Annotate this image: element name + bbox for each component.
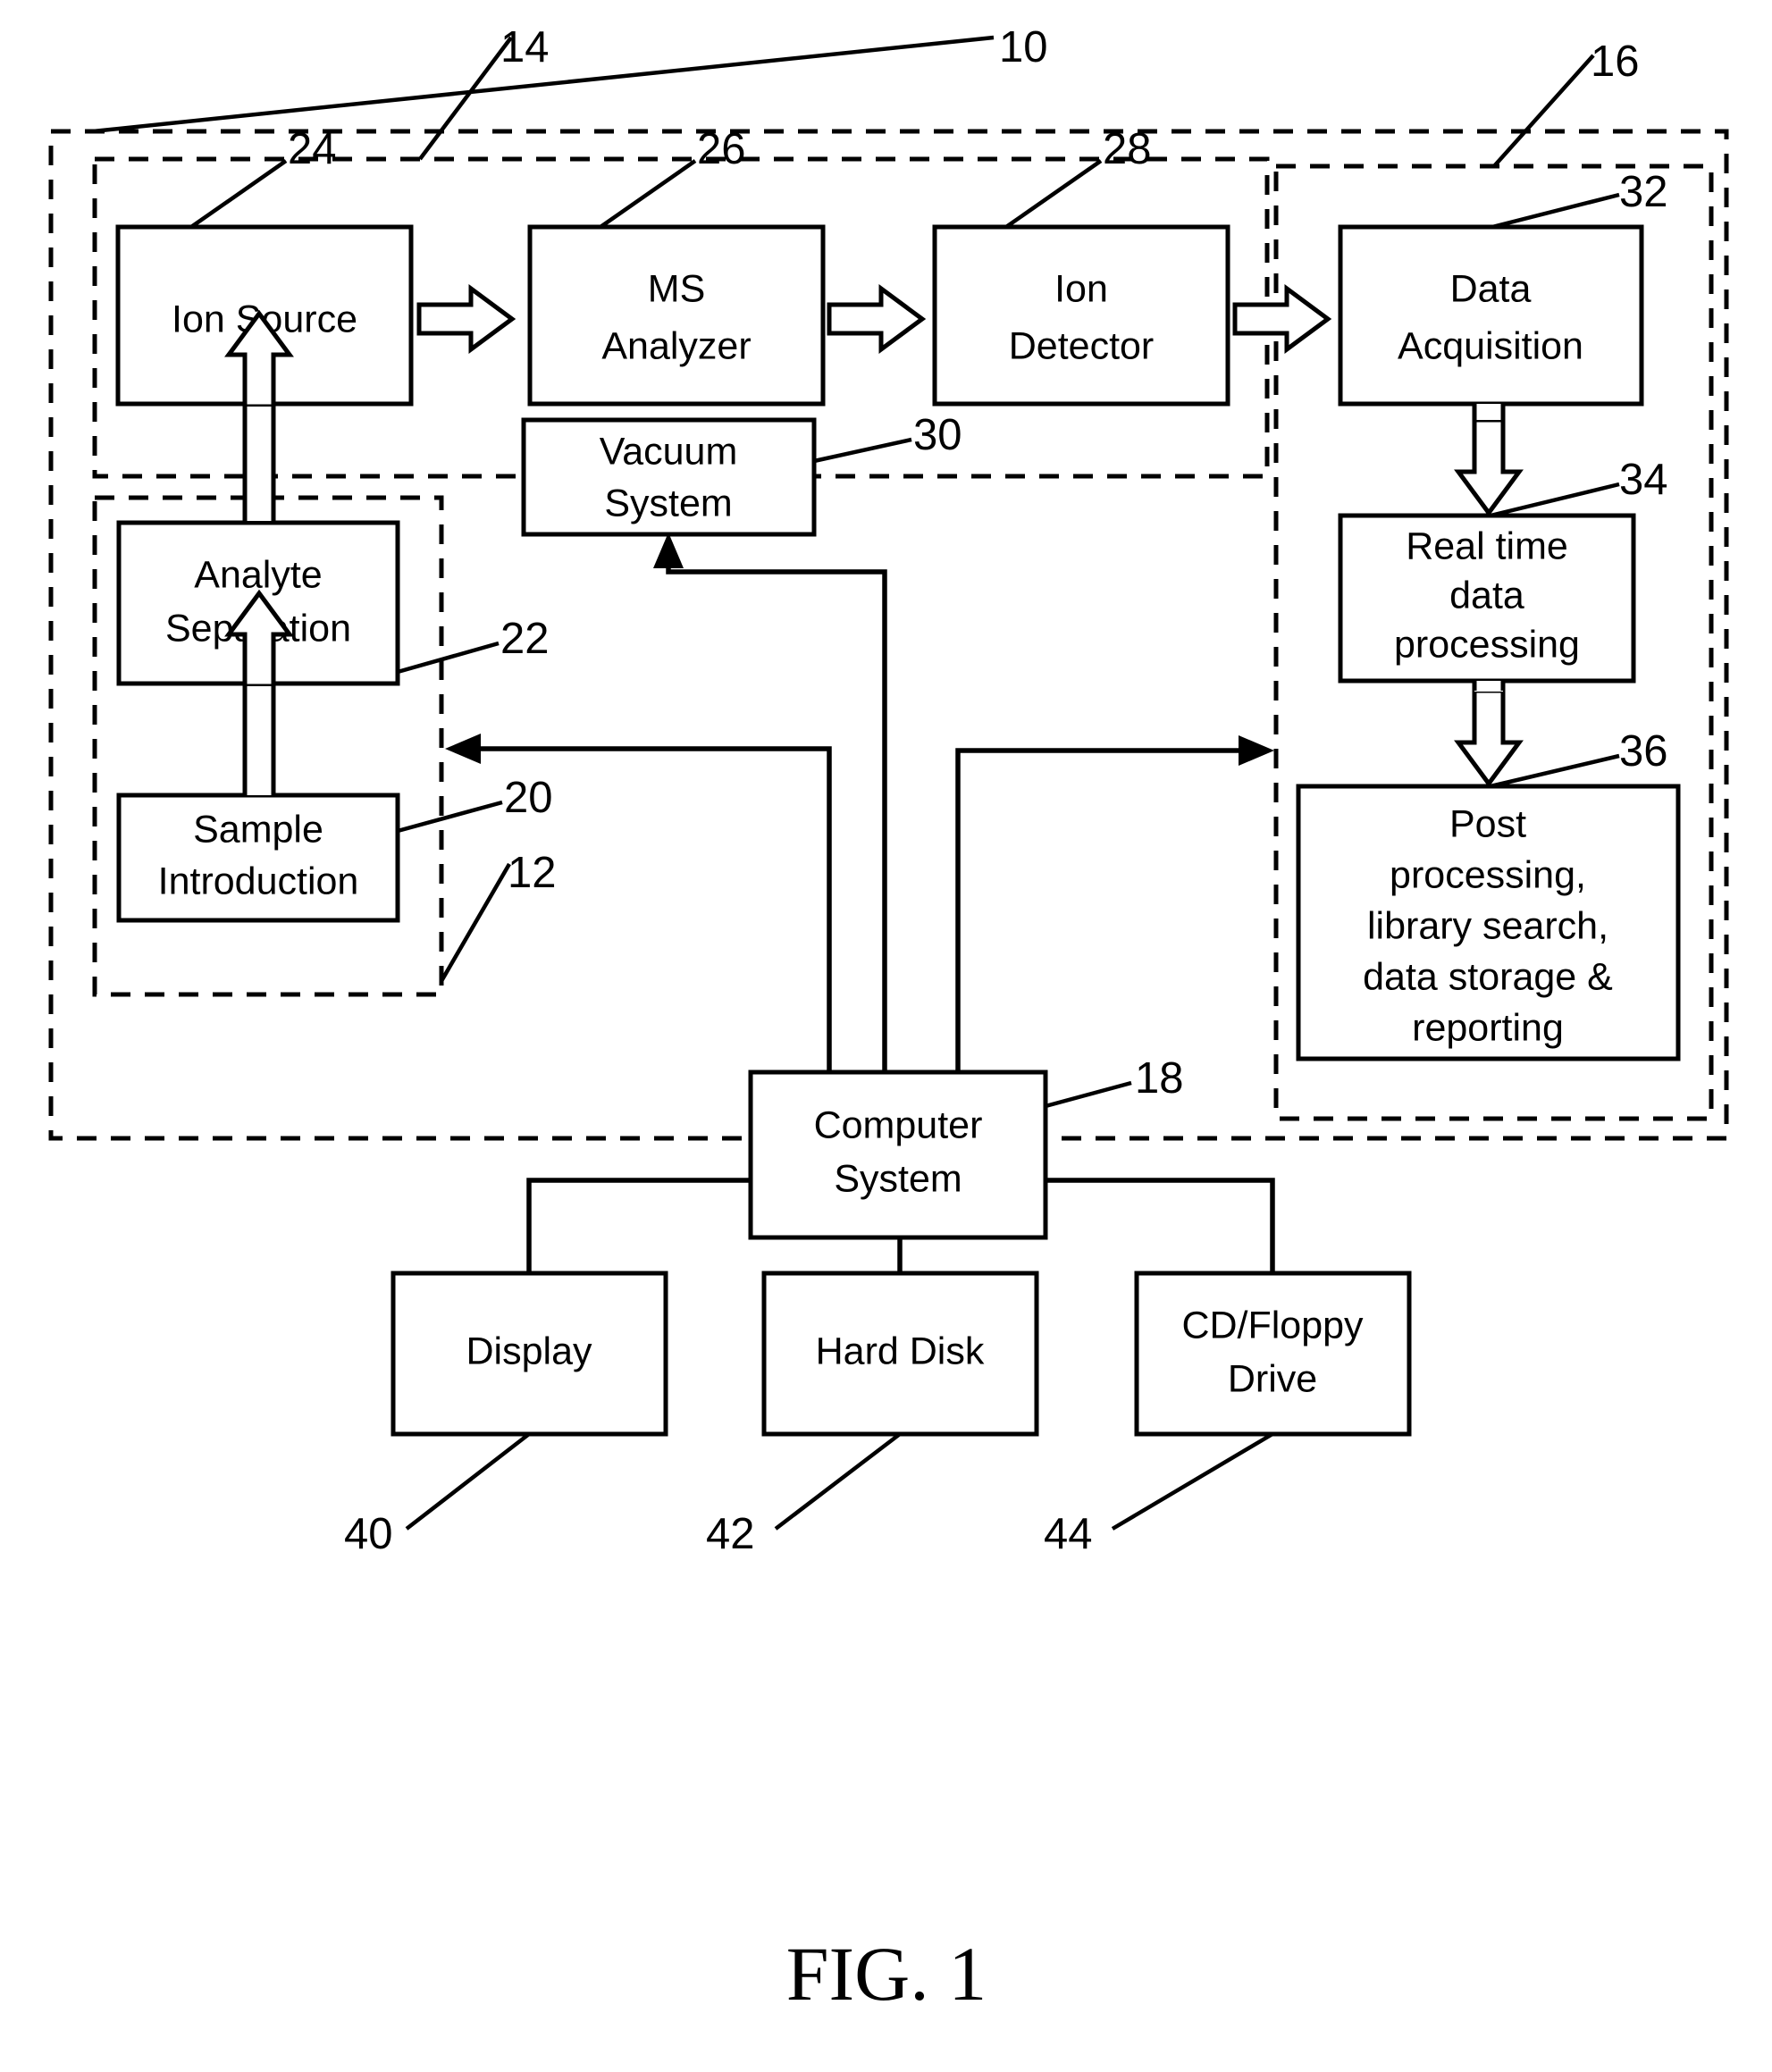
ref-number-20: 20 <box>504 774 553 822</box>
box-computer-system[interactable] <box>748 1070 1048 1240</box>
box-real-time-processing-label-line3: processing <box>1394 623 1580 666</box>
ref-number-14: 14 <box>500 23 550 71</box>
box-cd-floppy-drive-label-line2: Drive <box>1228 1357 1317 1400</box>
box-data-acquisition-label-line1: Data <box>1450 267 1532 310</box>
box-analyte-separation-label-line1: Analyte <box>194 553 322 596</box>
box-post-processing-label-line1: Post <box>1449 802 1526 845</box>
box-ion-detector-label-line2: Detector <box>1009 324 1155 367</box>
box-vacuum-system-label-line1: Vacuum <box>600 430 738 473</box>
ref-number-44: 44 <box>1044 1510 1093 1558</box>
ref-number-42: 42 <box>706 1510 755 1558</box>
box-ms-analyzer-label-line1: MS <box>648 267 706 310</box>
box-data-acquisition-label-line2: Acquisition <box>1398 324 1583 367</box>
patent-figure: 10 14 16 12 Ion Source 24 MS Analyzer 26… <box>0 0 1772 2072</box>
box-ion-detector[interactable] <box>932 224 1230 407</box>
ref-number-34: 34 <box>1619 456 1668 504</box>
ref-number-28: 28 <box>1103 125 1152 173</box>
ref-number-16: 16 <box>1591 38 1640 86</box>
ref-number-24: 24 <box>288 125 337 173</box>
box-display-label: Display <box>466 1330 592 1372</box>
ref-number-36: 36 <box>1619 727 1668 776</box>
box-cd-floppy-drive-label-line1: CD/Floppy <box>1181 1304 1364 1346</box>
box-real-time-processing-label-line2: data <box>1449 574 1524 617</box>
ref-number-10: 10 <box>999 23 1048 71</box>
box-post-processing-label-line5: reporting <box>1412 1006 1564 1049</box>
figure-diagram: 10 14 16 12 Ion Source 24 MS Analyzer 26… <box>0 0 1772 2072</box>
box-sample-introduction-label-line1: Sample <box>193 808 323 851</box>
box-post-processing-label-line3: library search, <box>1367 904 1608 947</box>
box-ion-detector-label-line1: Ion <box>1054 267 1108 310</box>
box-ms-analyzer-label-line2: Analyzer <box>601 324 751 367</box>
ref-number-12: 12 <box>508 849 557 897</box>
ref-number-22: 22 <box>500 615 550 663</box>
box-real-time-processing-label-line1: Real time <box>1406 524 1568 567</box>
box-cd-floppy-drive[interactable] <box>1134 1271 1412 1437</box>
figure-caption: FIG. 1 <box>786 1931 987 2017</box>
box-post-processing-label-line2: processing, <box>1390 853 1586 896</box>
ref-number-18: 18 <box>1135 1054 1184 1103</box>
box-ms-analyzer[interactable] <box>527 224 826 407</box>
ref-number-30: 30 <box>913 411 962 459</box>
box-data-acquisition[interactable] <box>1338 224 1644 407</box>
box-computer-system-label-line1: Computer <box>814 1103 983 1146</box>
box-sample-introduction-label-line2: Introduction <box>158 860 359 902</box>
box-vacuum-system-label-line2: System <box>604 482 732 524</box>
ref-number-40: 40 <box>344 1510 393 1558</box>
ref-number-26: 26 <box>697 125 746 173</box>
box-computer-system-label-line2: System <box>834 1157 962 1200</box>
ref-number-32: 32 <box>1619 168 1668 216</box>
box-post-processing-label-line4: data storage & <box>1363 955 1613 998</box>
box-hard-disk-label: Hard Disk <box>816 1330 985 1372</box>
